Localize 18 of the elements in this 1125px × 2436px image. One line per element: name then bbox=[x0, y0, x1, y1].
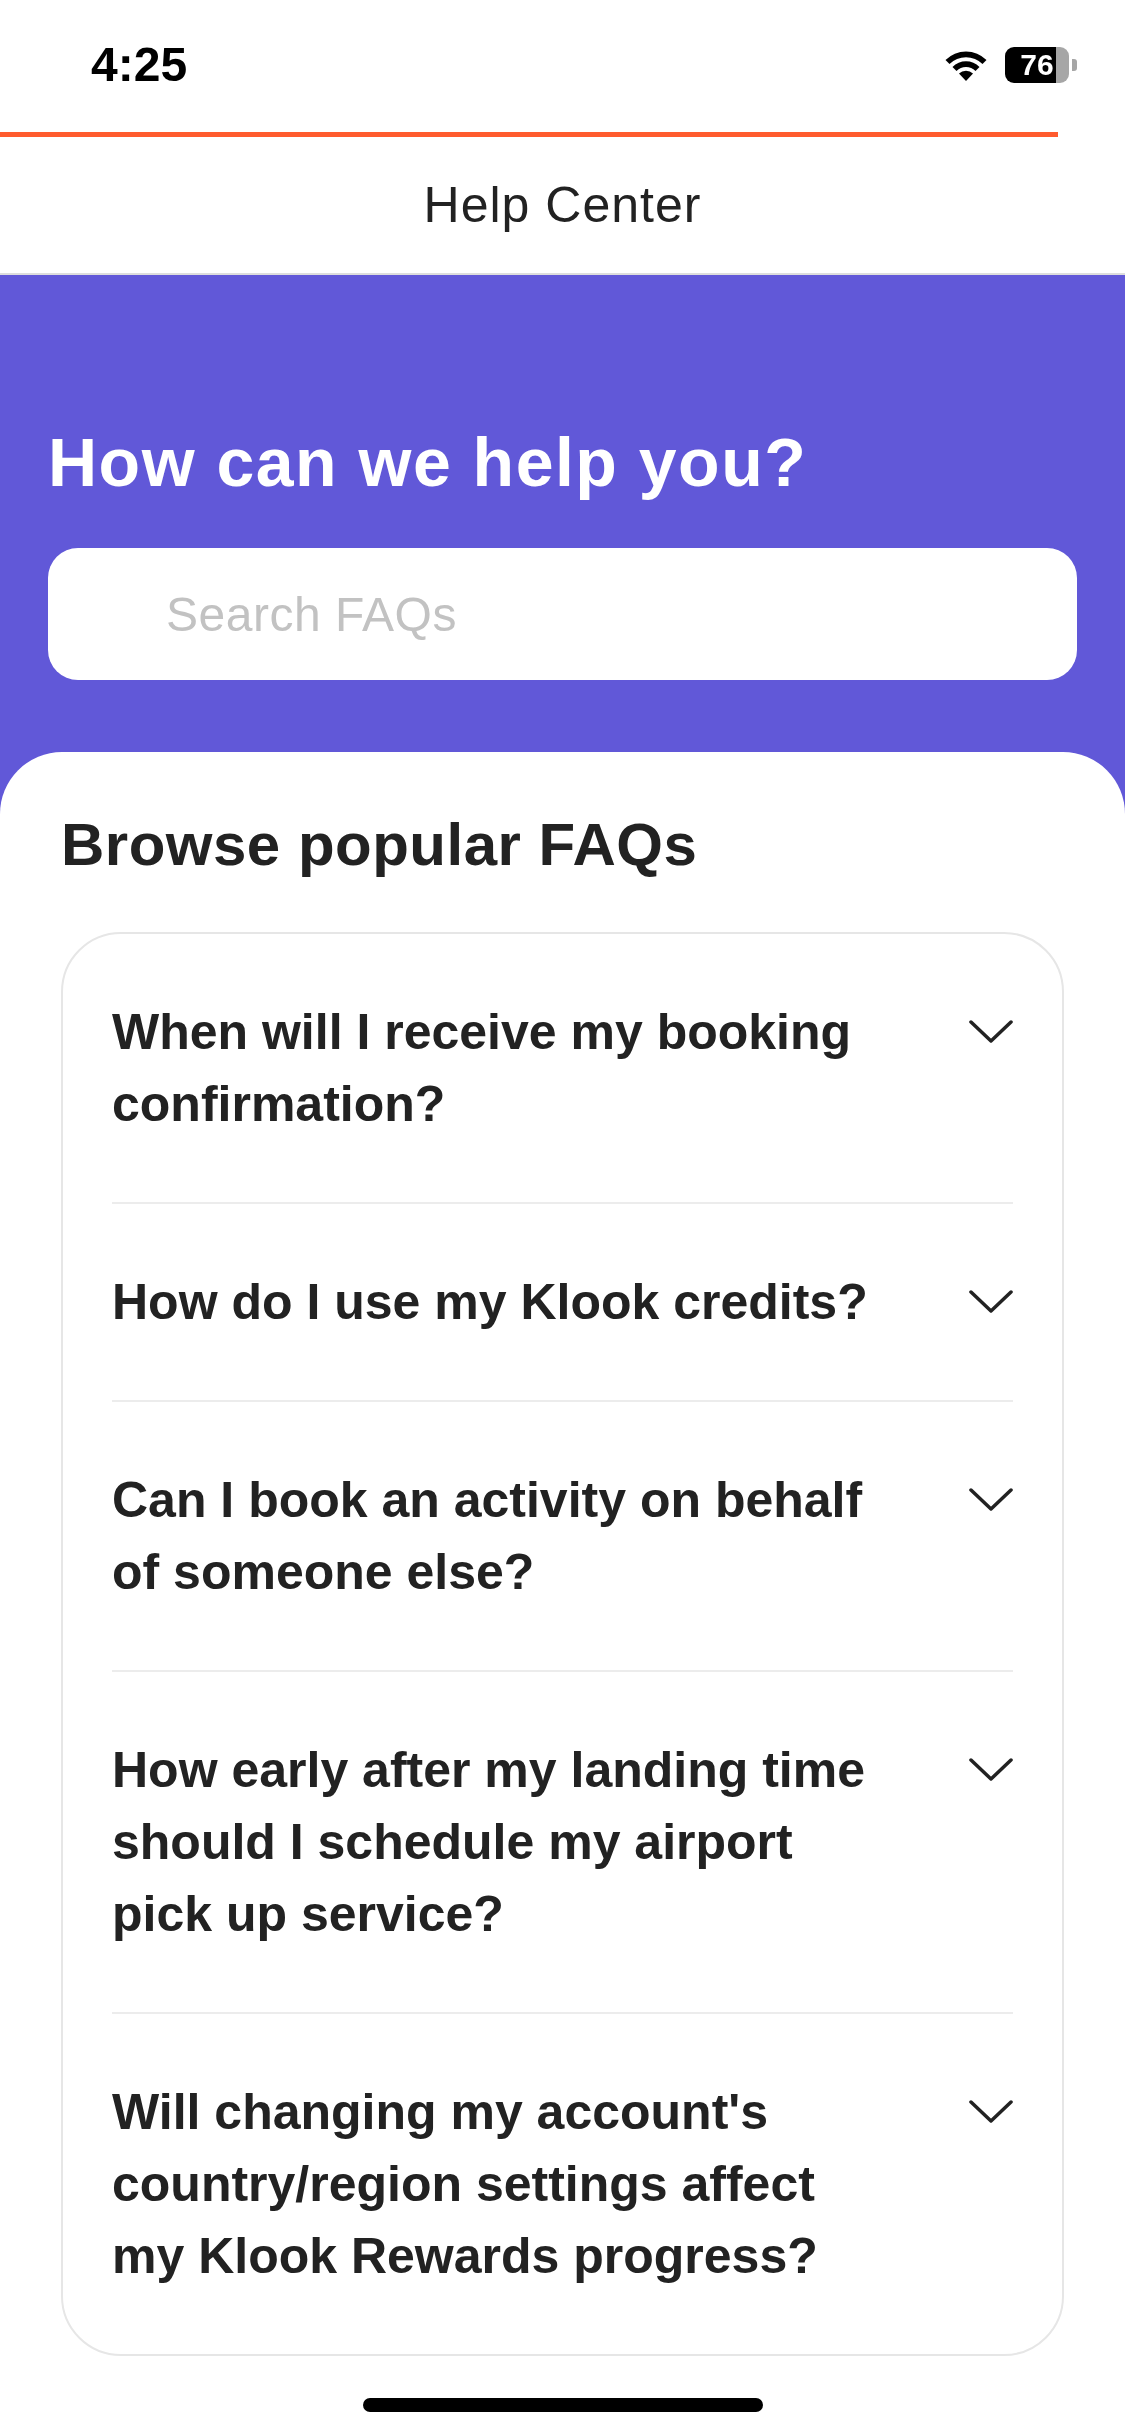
battery-cap-icon bbox=[1072, 59, 1077, 71]
wifi-icon bbox=[943, 49, 989, 81]
header-title: Help Center bbox=[423, 180, 702, 230]
battery-level: 76 bbox=[1005, 47, 1069, 83]
faq-item[interactable]: Can I book an activity on behalf of someone else? bbox=[112, 1400, 1013, 1670]
search-field[interactable]: Search FAQs bbox=[48, 548, 1077, 680]
status-time: 4:25 bbox=[91, 41, 188, 89]
faq-question: When will I receive my booking confirmation? bbox=[112, 1003, 853, 1134]
faq-item[interactable]: How do I use my Klook credits? bbox=[112, 1202, 1013, 1400]
faq-question: How early after my landing time should I schedule my airport pick up service? bbox=[112, 1741, 866, 1944]
section-title: Browse popular FAQs bbox=[61, 810, 699, 880]
hero-title: How can we help you? bbox=[48, 423, 809, 502]
faq-question: Will changing my account's country/region settings affect my Klook Rewards progress? bbox=[112, 2083, 819, 2286]
faq-item[interactable]: How early after my landing time should I schedule my airport pick up service? bbox=[112, 1670, 1013, 2012]
faq-item[interactable]: Will changing my account's country/region settings affect my Klook Rewards progress? bbox=[112, 2012, 1013, 2354]
faq-question: How do I use my Klook credits? bbox=[112, 1273, 869, 1332]
faq-question: Can I book an activity on behalf of someone else? bbox=[112, 1471, 864, 1602]
faq-item[interactable]: When will I receive my booking confirmation? bbox=[112, 934, 1013, 1202]
